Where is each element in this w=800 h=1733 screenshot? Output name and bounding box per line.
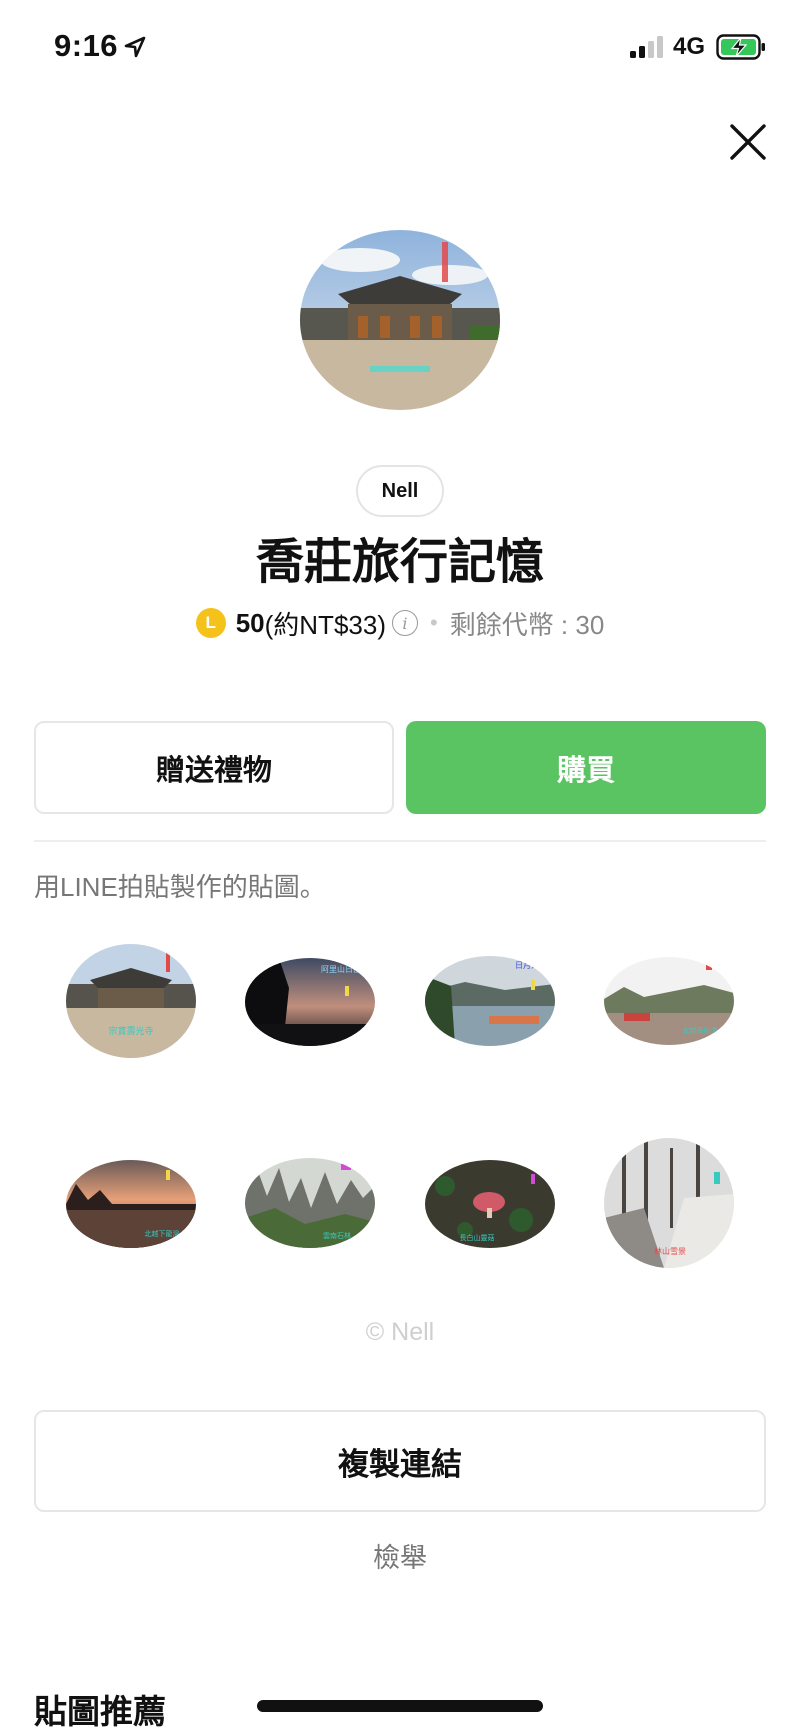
sticker-main-image xyxy=(300,230,500,410)
line-coin-icon: L xyxy=(195,608,226,638)
copy-link-button[interactable]: 複製連結 xyxy=(34,1410,766,1512)
price-amount: 50 xyxy=(235,607,265,638)
battery-charging-icon xyxy=(716,34,765,60)
recommend-section-title: 貼圖推薦 xyxy=(34,1693,166,1730)
sticker-caption: 北越下龍灣 xyxy=(145,1229,180,1238)
sticker-title: 喬莊旅行記憶 xyxy=(255,536,544,589)
sticker-lake[interactable]: 日月潭 xyxy=(425,956,555,1046)
price-local: (約NT$33) xyxy=(264,609,386,640)
sticker-caption: 長白山靈菇 xyxy=(460,1233,495,1242)
location-arrow-icon xyxy=(124,36,146,58)
sticker-temple[interactable]: 宗寶壽光寺 xyxy=(66,944,196,1058)
sticker-sunset[interactable]: 北越下龍灣 xyxy=(66,1160,196,1248)
price-row: L 50 (約NT$33) i • 剩餘代幣 : 30 xyxy=(0,603,800,643)
sticker-caption: 日月潭 xyxy=(515,961,539,970)
status-bar: 9:16 4G xyxy=(0,0,800,96)
status-time: 9:16 xyxy=(54,28,119,63)
buy-button[interactable]: 購買 xyxy=(406,721,766,814)
sticker-stone-forest[interactable]: 雲南石林 xyxy=(245,1158,375,1248)
sticker-mushroom[interactable]: 長白山靈菇 xyxy=(425,1160,555,1248)
info-icon[interactable]: i xyxy=(391,610,418,636)
author-link[interactable]: Nell xyxy=(356,465,444,517)
gift-button[interactable]: 贈送禮物 xyxy=(34,721,394,814)
close-button[interactable] xyxy=(726,120,770,164)
report-link[interactable]: 檢舉 xyxy=(0,1536,800,1575)
sticker-snow[interactable]: 林山雪景 xyxy=(604,1138,734,1268)
sticker-caption: 林山雪景 xyxy=(654,1246,686,1256)
sticker-caption: 北越雨船溝 xyxy=(683,1026,718,1035)
sticker-caption: 宗寶壽光寺 xyxy=(108,1025,153,1037)
copyright-text: © Nell xyxy=(365,1318,435,1346)
sticker-caption: 雲南石林 xyxy=(323,1231,351,1240)
remaining-coins: 剩餘代幣 : 30 xyxy=(449,609,605,640)
close-icon xyxy=(730,124,766,160)
separator-dot: • xyxy=(429,610,438,635)
network-type: 4G xyxy=(673,33,706,60)
sticker-river[interactable]: 北越雨船溝 xyxy=(604,957,734,1045)
sticker-dusk[interactable]: 阿里山日出 xyxy=(245,958,375,1046)
signal-icon xyxy=(630,36,663,58)
divider xyxy=(34,840,766,842)
home-indicator[interactable] xyxy=(257,1700,543,1712)
sticker-description: 用LINE拍貼製作的貼圖。 xyxy=(34,872,326,902)
sticker-caption: 阿里山日出 xyxy=(321,964,361,974)
